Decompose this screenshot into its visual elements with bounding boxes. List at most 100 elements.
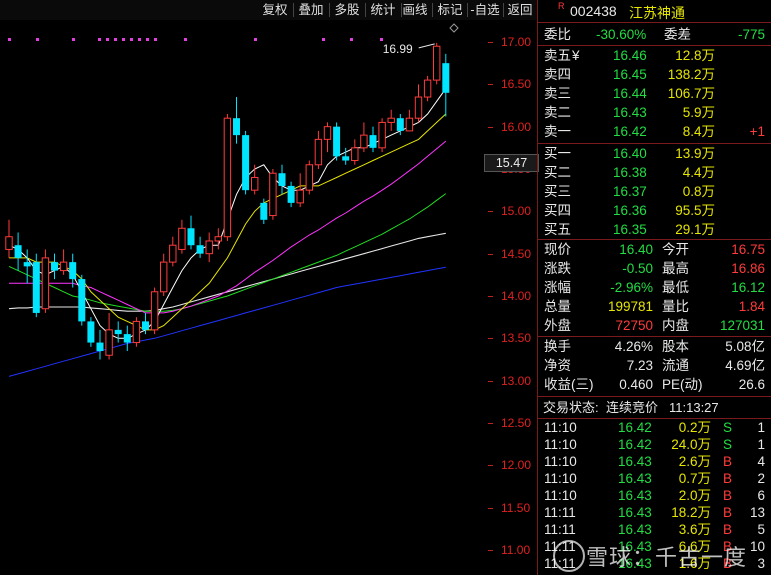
tick-volume: 2.0万 xyxy=(678,488,711,503)
candle-body xyxy=(14,245,22,258)
candle-body xyxy=(178,227,186,250)
tick-volume: 2.6万 xyxy=(678,454,711,469)
price-tick-label: 16.00 xyxy=(501,119,532,134)
stat-label: 股本 xyxy=(662,339,689,354)
ask-row[interactable]: 卖一 16.42 8.4万 +1 xyxy=(538,122,771,141)
event-marker xyxy=(98,38,101,41)
stat-row: 净资 7.23 流通 4.69亿 xyxy=(538,356,771,375)
candle-body xyxy=(87,321,95,343)
ask-volume: 12.8万 xyxy=(675,48,715,63)
bid-row[interactable]: 买一 16.40 13.9万 xyxy=(538,144,771,163)
price-tick-label: 15.00 xyxy=(501,204,532,219)
candle-body xyxy=(169,244,177,263)
stat-label: 净资 xyxy=(544,358,571,373)
price-tick-mark xyxy=(488,423,493,424)
tick-time: 11:10 xyxy=(544,488,577,503)
candlestick-chart[interactable]: 16.99 xyxy=(0,20,488,575)
bid-row[interactable]: 买四 16.36 95.5万 xyxy=(538,201,771,220)
stat-label: 总量 xyxy=(544,299,571,314)
webi-value: -30.60% xyxy=(596,27,647,42)
stat-value: -2.96% xyxy=(610,280,653,295)
current-price-tag: 15.47 xyxy=(484,154,539,172)
price-tick-mark xyxy=(488,380,493,382)
stat-row: 现价 16.40 今开 16.75 xyxy=(538,240,771,259)
ask-volume: 8.4万 xyxy=(682,124,715,139)
ask-label: 卖三 xyxy=(544,86,571,101)
candle-body xyxy=(314,138,323,166)
stat-value: 4.26% xyxy=(614,339,653,354)
tick-side: B xyxy=(723,454,733,469)
tick-side: S xyxy=(723,420,733,435)
ask-row[interactable]: 卖五 ¥16.46 12.8万 xyxy=(538,46,771,65)
event-marker xyxy=(254,38,257,41)
candle-body xyxy=(69,262,77,280)
tick-time: 11:10 xyxy=(544,437,577,452)
stat-label: 流通 xyxy=(662,358,689,373)
tick-volume: 3.6万 xyxy=(678,522,711,537)
toolbar-button-overlay[interactable]: 叠加 xyxy=(294,1,328,19)
stat-value: -0.50 xyxy=(622,261,653,276)
tick-count: 13 xyxy=(749,505,765,520)
toolbar-button-multi-stock[interactable]: 多股 xyxy=(330,1,364,19)
tick-row: 11:10 16.43 0.7万 B 2 xyxy=(538,470,771,487)
toolbar-button-statistics[interactable]: 统计 xyxy=(366,1,400,19)
status-value: 连续竞价 xyxy=(606,400,659,415)
bid-price: 16.38 xyxy=(613,165,647,180)
ask-row[interactable]: 卖三 16.44 106.7万 xyxy=(538,84,771,103)
candle-body xyxy=(296,189,304,204)
candle-body xyxy=(287,185,295,203)
bid-row[interactable]: 买二 16.38 4.4万 xyxy=(538,163,771,182)
tick-count: 4 xyxy=(757,454,765,469)
event-marker xyxy=(350,38,353,41)
candle-body xyxy=(132,320,141,344)
stat-label: PE(动) xyxy=(662,377,703,392)
candle-body xyxy=(196,245,204,254)
bid-price: 16.35 xyxy=(613,222,647,237)
stat-label: 最高 xyxy=(662,261,689,276)
trade-status-row: 交易状态: 连续竞价 11:13:27 xyxy=(538,398,771,417)
stat-value: 16.12 xyxy=(731,280,765,295)
candle-body xyxy=(423,79,432,98)
candle-body xyxy=(105,329,113,356)
toolbar-button-draw-line[interactable]: 画线 xyxy=(398,1,432,19)
stat-value: 127031 xyxy=(719,318,765,333)
stock-name: 江苏神通 xyxy=(629,5,685,21)
toolbar-button-watchlist[interactable]: -自选 xyxy=(468,1,502,19)
tick-volume: 18.2万 xyxy=(671,505,711,520)
bid-volume: 29.1万 xyxy=(675,222,715,237)
stat-label: 涨幅 xyxy=(544,280,571,295)
bid-price: 16.40 xyxy=(613,146,647,161)
price-tick-label: 11.00 xyxy=(501,543,531,557)
stat-label: 涨跌 xyxy=(544,261,571,276)
chart-toolbar: 复权 叠加 多股 统计 画线 标记 -自选 返回 xyxy=(0,0,537,20)
diamond-marker-icon xyxy=(449,23,459,33)
stat-row: 换手 4.26% 股本 5.08亿 xyxy=(538,337,771,356)
candle-body xyxy=(233,118,240,136)
price-tick-mark xyxy=(488,126,493,128)
price-tick-label: 13.00 xyxy=(501,373,532,388)
status-label: 交易状态: xyxy=(543,400,599,415)
price-tick-mark xyxy=(488,296,493,297)
candle-body xyxy=(396,118,404,131)
bid-row[interactable]: 买五 16.35 29.1万 xyxy=(538,220,771,239)
price-tick-mark xyxy=(488,465,493,467)
ask-row[interactable]: 卖二 16.43 5.9万 xyxy=(538,103,771,122)
toolbar-button-fuquan[interactable]: 复权 xyxy=(258,1,292,19)
ask-volume: 106.7万 xyxy=(667,86,715,101)
ask-row[interactable]: 卖四 16.45 138.2万 xyxy=(538,65,771,84)
stat-value: 72750 xyxy=(615,318,653,333)
tick-count: 10 xyxy=(749,539,765,554)
stat-label: 现价 xyxy=(544,242,571,257)
toolbar-button-mark[interactable]: 标记 xyxy=(433,1,467,19)
ask-price: 16.42 xyxy=(613,124,647,139)
toolbar-button-back[interactable]: 返回 xyxy=(504,1,536,19)
bid-label: 买四 xyxy=(544,203,571,218)
quote-panel: R 002438 江苏神通 委比 -30.60% 委差 -775 卖五 ¥16.4… xyxy=(538,0,771,575)
tick-volume: 0.2万 xyxy=(678,420,711,435)
divider xyxy=(538,396,771,397)
candle-body xyxy=(269,172,277,217)
bid-row[interactable]: 买三 16.37 0.8万 xyxy=(538,182,771,201)
weicha-value: -775 xyxy=(737,27,765,42)
candle-body xyxy=(333,126,341,157)
stat-value: 4.69亿 xyxy=(725,358,765,373)
